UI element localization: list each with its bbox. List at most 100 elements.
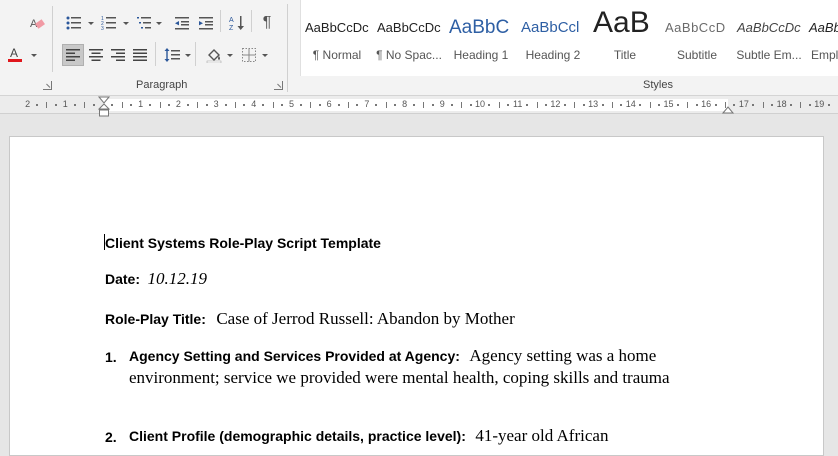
paragraph-group-label: Paragraph [136, 79, 188, 91]
ruler-dot [676, 104, 679, 106]
ruler-tick [272, 102, 274, 108]
shading-button[interactable] [203, 44, 225, 66]
ruler-tick [197, 102, 199, 108]
style-no-spacing[interactable]: AaBbCcDc ¶ No Spac... [373, 8, 445, 66]
ruler-number: 2 [25, 99, 31, 109]
line-spacing-button[interactable] [161, 44, 183, 66]
ruler-dot [450, 104, 453, 106]
ruler-dot [695, 104, 698, 106]
style-name: Empl [811, 48, 838, 62]
chevron-down-icon[interactable] [156, 22, 162, 25]
ruler-number: 7 [364, 99, 370, 109]
styles-group-label: Styles [643, 79, 673, 91]
align-left-button[interactable] [62, 44, 84, 66]
style-subtle-emphasis[interactable]: AaBbCcDc Subtle Em... [733, 8, 805, 66]
style-sample: AaBb [809, 20, 838, 35]
multilevel-list-button[interactable] [133, 12, 155, 34]
bullets-button[interactable] [63, 12, 85, 34]
ruler-dot [205, 104, 208, 106]
ruler-number: 13 [588, 99, 599, 109]
align-left-icon [66, 48, 80, 62]
ruler-number: 8 [402, 99, 408, 109]
ruler-number: 9 [439, 99, 445, 109]
clear-formatting-button[interactable]: A [26, 12, 48, 34]
ruler-dot [658, 104, 661, 106]
increase-indent-button[interactable] [195, 12, 217, 34]
agency-setting-value: Agency setting was a home [469, 346, 657, 365]
ruler-tick [348, 102, 350, 108]
ruler-dot [582, 104, 585, 106]
list-item: Agency Setting and Services Provided at … [129, 346, 656, 366]
ruler-dot [544, 104, 547, 106]
ruler-number: 4 [251, 99, 257, 109]
ruler-dot [413, 104, 416, 106]
client-profile-label: Client Profile (demographic details, pra… [129, 428, 466, 444]
ruler-dot [790, 104, 793, 106]
sort-button[interactable]: AZ [226, 12, 248, 34]
style-name: Title [613, 48, 637, 62]
borders-button[interactable] [238, 44, 260, 66]
indent-marker-icon[interactable] [98, 96, 110, 118]
separator [251, 10, 252, 32]
style-title[interactable]: AaB Title [589, 8, 661, 66]
ruler-dot [36, 104, 39, 106]
ruler-dot [808, 104, 811, 106]
agency-setting-label: Agency Setting and Services Provided at … [129, 348, 460, 364]
ruler-number: 15 [663, 99, 674, 109]
document-heading: Client Systems Role-Play Script Template [105, 235, 381, 251]
ruler-dot [130, 104, 133, 106]
ruler-dot [639, 104, 642, 106]
ruler-dot [507, 104, 510, 106]
ruler-number: 18 [776, 99, 787, 109]
style-heading-1[interactable]: AaBbC Heading 1 [445, 8, 517, 66]
ruler-number: 6 [326, 99, 332, 109]
roleplay-title-line: Role-Play Title: Case of Jerrod Russell:… [105, 309, 515, 329]
bullets-icon [66, 15, 82, 31]
align-center-button[interactable] [85, 44, 107, 66]
show-marks-button[interactable]: ¶ [256, 12, 278, 34]
right-indent-marker-icon[interactable] [722, 104, 734, 114]
ruler-dot [752, 104, 755, 106]
style-heading-2[interactable]: AaBbCcl Heading 2 [517, 8, 589, 66]
agency-setting-value-continued: environment; service we provided were me… [129, 368, 670, 387]
style-name: Heading 2 [525, 48, 581, 62]
ruler-number: 14 [625, 99, 636, 109]
font-color-button[interactable]: A [4, 44, 26, 66]
decrease-indent-button[interactable] [171, 12, 193, 34]
chevron-down-icon[interactable] [123, 22, 129, 25]
ruler-dot [318, 104, 321, 106]
style-emphasis[interactable]: AaBb Empl [805, 8, 838, 66]
paragraph-dialog-launcher-icon[interactable] [274, 81, 283, 90]
numbering-button[interactable]: 123 [98, 12, 120, 34]
ruler-dot [167, 104, 170, 106]
ruler-dot [431, 104, 434, 106]
align-center-icon [89, 48, 103, 62]
separator [155, 42, 156, 66]
numbering-icon: 123 [101, 15, 117, 31]
date-label: Date: [105, 271, 141, 287]
chevron-down-icon[interactable] [88, 22, 94, 25]
ribbon: A 123 AZ ¶ A Paragraph Styles AaBbCcDc ¶… [0, 0, 838, 96]
ruler-dot [243, 104, 246, 106]
horizontal-ruler[interactable]: 2 1 1 2 3 4 5 6 7 8 9 10 11 12 13 14 15 16 17 18 19 [0, 96, 838, 117]
ruler-tick [687, 102, 689, 108]
align-right-button[interactable] [107, 44, 129, 66]
roleplay-title-label: Role-Play Title: [105, 311, 206, 327]
ruler-dot [563, 104, 566, 106]
chevron-down-icon[interactable] [185, 54, 191, 57]
ruler-tick [159, 102, 161, 108]
chevron-down-icon[interactable] [227, 54, 233, 57]
font-color-icon: A [7, 46, 23, 64]
style-normal[interactable]: AaBbCcDc ¶ Normal [301, 8, 373, 66]
ruler-dot [281, 104, 284, 106]
style-name: Subtitle [676, 48, 718, 62]
font-dialog-launcher-icon[interactable] [43, 81, 52, 90]
document-page[interactable]: Client Systems Role-Play Script Template… [9, 136, 824, 456]
justify-button[interactable] [129, 44, 151, 66]
style-sample: AaB [593, 8, 650, 39]
chevron-down-icon[interactable] [31, 54, 37, 57]
style-subtitle[interactable]: AaBbCcD Subtitle [661, 8, 733, 66]
ruler-tick [121, 102, 123, 108]
ruler-dot [186, 104, 189, 106]
chevron-down-icon[interactable] [262, 54, 268, 57]
